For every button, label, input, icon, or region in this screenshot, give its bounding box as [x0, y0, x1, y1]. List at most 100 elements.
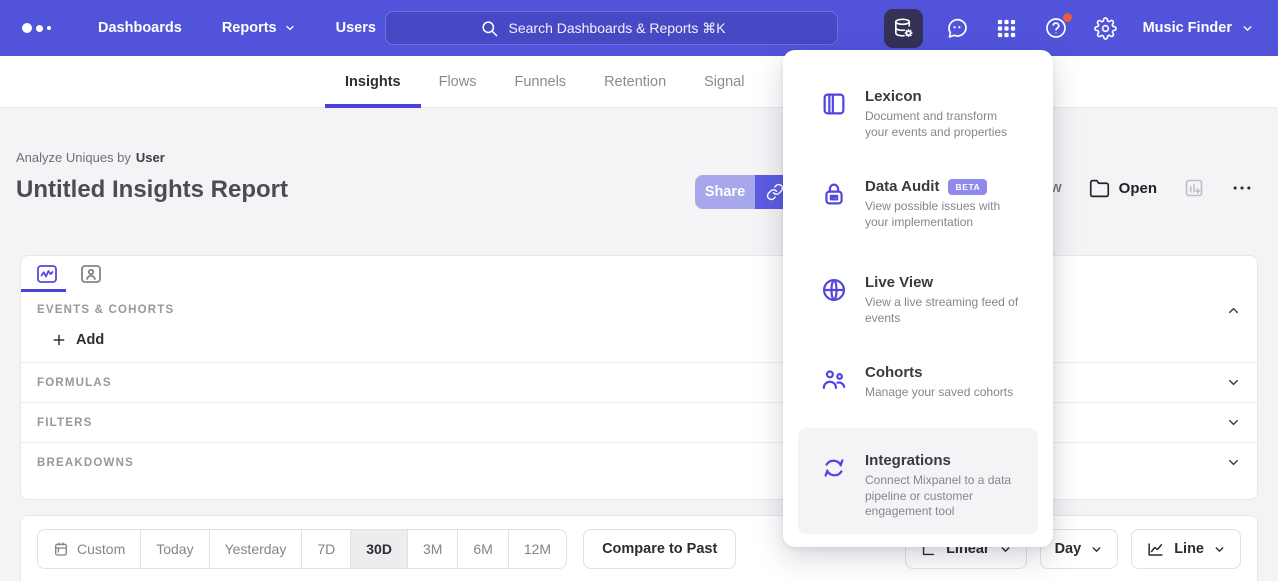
chevron-up-icon[interactable] — [1226, 303, 1241, 318]
nav-reports-label: Reports — [222, 20, 277, 36]
interval-label: Day — [1055, 541, 1082, 557]
date-range-7d[interactable]: 7D — [302, 530, 351, 568]
report-actions: New Open — [1032, 177, 1253, 199]
user-profile-icon — [79, 262, 103, 286]
date-range-12m[interactable]: 12M — [509, 530, 566, 568]
menu-item-title: Lexicon — [865, 88, 1035, 105]
date-range-yesterday[interactable]: Yesterday — [210, 530, 303, 568]
events-cohorts-label: EVENTS & COHORTS — [37, 304, 174, 316]
top-navigation: Dashboards Reports Users — [98, 20, 376, 36]
menu-item-integrations[interactable]: Integrations Connect Mixpanel to a data … — [798, 428, 1038, 534]
tab-funnels[interactable]: Funnels — [514, 56, 566, 108]
compare-to-past-button[interactable]: Compare to Past — [583, 529, 736, 569]
apps-grid-icon — [995, 17, 1018, 40]
date-range-6m[interactable]: 6M — [458, 530, 508, 568]
menu-item-text: Integrations Connect Mixpanel to a data … — [865, 452, 1035, 520]
menu-item-title: Integrations — [865, 452, 1035, 469]
breakdowns-label: BREAKDOWNS — [37, 457, 134, 469]
settings-button[interactable] — [1094, 17, 1117, 40]
logo-dot — [36, 25, 43, 32]
menu-item-text: Lexicon Document and transform your even… — [865, 88, 1035, 140]
plus-icon — [51, 332, 67, 348]
add-to-board-button[interactable] — [1184, 178, 1204, 198]
menu-item-cohorts[interactable]: Cohorts Manage your saved cohorts — [783, 364, 1053, 401]
data-management-menu: Lexicon Document and transform your even… — [783, 50, 1053, 547]
menu-item-description: View possible issues with your implement… — [865, 199, 1023, 230]
menu-item-title: Cohorts — [865, 364, 1035, 381]
date-range-3m[interactable]: 3M — [408, 530, 458, 568]
live-view-globe-icon — [820, 276, 848, 304]
menu-item-text: Cohorts Manage your saved cohorts — [865, 364, 1035, 401]
eyebrow-value[interactable]: User — [136, 150, 165, 165]
filters-section-header[interactable]: FILTERS — [21, 402, 1257, 442]
breakdowns-section-header[interactable]: BREAKDOWNS — [21, 442, 1257, 482]
topbar: Dashboards Reports Users — [0, 0, 1278, 56]
date-range-30d[interactable]: 30D — [351, 530, 408, 568]
formulas-label: FORMULAS — [37, 377, 112, 389]
menu-title-label: Lexicon — [865, 88, 922, 105]
tab-insights[interactable]: Insights — [345, 56, 401, 108]
menu-title-label: Data Audit — [865, 178, 939, 195]
more-options-icon — [1231, 177, 1253, 199]
menu-item-live-view[interactable]: Live View View a live streaming feed of … — [783, 274, 1053, 326]
report-tabbar: Insights Flows Funnels Retention Signal … — [0, 56, 1278, 108]
project-name: Music Finder — [1143, 20, 1232, 36]
feedback-button[interactable] — [945, 16, 969, 40]
integrations-sync-icon — [820, 454, 848, 482]
formulas-section-header[interactable]: FORMULAS — [21, 362, 1257, 402]
data-management-button[interactable] — [884, 9, 923, 48]
page: Dashboards Reports Users — [0, 0, 1278, 581]
eyebrow-prefix: Analyze Uniques by — [16, 150, 131, 165]
menu-title-label: Cohorts — [865, 364, 923, 381]
cohorts-users-icon — [820, 366, 848, 394]
more-options-button[interactable] — [1231, 177, 1253, 199]
logo-dot — [47, 26, 51, 30]
tab-signal[interactable]: Signal — [704, 56, 744, 108]
add-event-button[interactable]: Add — [21, 328, 1257, 362]
chart-type-dropdown[interactable]: Line — [1131, 529, 1241, 569]
events-mode-tab[interactable] — [34, 261, 60, 287]
report-eyebrow: Analyze Uniques by User — [16, 150, 165, 165]
open-report-button[interactable]: Open — [1089, 178, 1157, 199]
share-button-group: Share — [695, 175, 795, 209]
nav-dashboards[interactable]: Dashboards — [98, 20, 182, 36]
menu-item-title: Live View — [865, 274, 1035, 291]
apps-grid-button[interactable] — [995, 17, 1018, 40]
tab-flows[interactable]: Flows — [439, 56, 477, 108]
menu-item-description: Document and transform your events and p… — [865, 109, 1023, 140]
search-bar[interactable] — [385, 11, 838, 45]
search-icon — [480, 19, 499, 38]
menu-item-description: Connect Mixpanel to a data pipeline or c… — [865, 473, 1023, 520]
chevron-down-icon[interactable] — [1226, 415, 1241, 430]
tab-retention[interactable]: Retention — [604, 56, 666, 108]
share-button[interactable]: Share — [695, 175, 755, 209]
date-range-control: Custom Today Yesterday 7D 30D 3M 6M 12M — [37, 529, 567, 569]
help-button[interactable] — [1044, 16, 1068, 40]
folder-icon — [1089, 178, 1110, 199]
data-audit-lock-icon — [820, 180, 848, 208]
nav-users[interactable]: Users — [336, 20, 376, 36]
menu-title-label: Integrations — [865, 452, 951, 469]
search-input[interactable] — [509, 20, 744, 36]
date-range-today[interactable]: Today — [141, 530, 209, 568]
query-builder-card: EVENTS & COHORTS Add FORMULAS FILTERS BR… — [20, 255, 1258, 500]
nav-reports[interactable]: Reports — [222, 20, 296, 36]
menu-item-data-audit[interactable]: Data Audit BETA View possible issues wit… — [783, 178, 1053, 230]
nav-users-label: Users — [336, 20, 376, 36]
profiles-mode-tab[interactable] — [78, 261, 104, 287]
date-range-custom[interactable]: Custom — [38, 530, 141, 568]
project-switcher[interactable]: Music Finder — [1143, 20, 1254, 36]
chevron-down-icon[interactable] — [1226, 375, 1241, 390]
settings-gear-icon — [1094, 17, 1117, 40]
chevron-down-icon — [1090, 543, 1103, 556]
date-range-label: Custom — [77, 541, 125, 557]
active-mode-underline — [21, 289, 66, 292]
report-title[interactable]: Untitled Insights Report — [16, 176, 288, 204]
mixpanel-logo[interactable] — [22, 23, 66, 33]
events-cohorts-header[interactable]: EVENTS & COHORTS — [21, 292, 1257, 328]
menu-item-text: Data Audit BETA View possible issues wit… — [865, 178, 1035, 230]
query-mode-tabs — [21, 256, 1257, 292]
chevron-down-icon — [1213, 543, 1226, 556]
chevron-down-icon[interactable] — [1226, 455, 1241, 470]
menu-item-lexicon[interactable]: Lexicon Document and transform your even… — [783, 88, 1053, 140]
